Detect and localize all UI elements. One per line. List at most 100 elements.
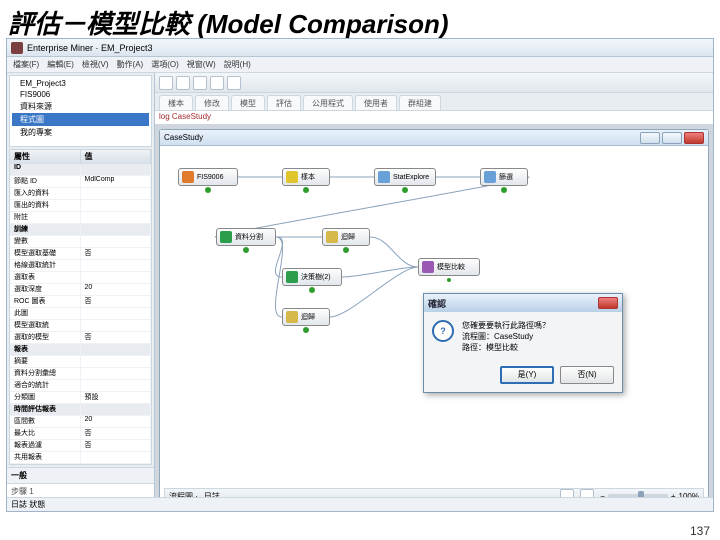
property-group: 狀態 xyxy=(10,464,151,465)
property-row[interactable]: ROC 圖表否 xyxy=(10,296,151,308)
property-row[interactable]: 變數 xyxy=(10,236,151,248)
properties-panel: 屬性 值 ID節點 IDMdlComp匯入的資料匯出的資料附註訓練變數模型選取基… xyxy=(9,149,152,465)
node-icon xyxy=(326,231,338,243)
minimize-button[interactable] xyxy=(640,132,660,144)
app-title: Enterprise Miner · EM_Project3 xyxy=(27,43,153,53)
confirm-dialog: 確認 ? 您確要要執行此路徑嗎？ 流程圖：CaseStudy 路徑：模型比較 xyxy=(423,293,623,393)
dialog-titlebar: 確認 xyxy=(424,294,622,312)
app-logbar: 日誌 狀態 xyxy=(7,497,713,511)
property-row[interactable]: 模型選取統 xyxy=(10,320,151,332)
tab[interactable]: 群組建 xyxy=(399,95,441,110)
command-line[interactable]: log CaseStudy xyxy=(155,111,713,125)
tree-item[interactable]: 程式圖 xyxy=(12,113,149,126)
property-row[interactable]: 選取的模型否 xyxy=(10,332,151,344)
tab[interactable]: 模型 xyxy=(231,95,265,110)
toolbar-button[interactable] xyxy=(193,76,207,90)
diagram-node[interactable]: 迴歸 xyxy=(282,308,330,326)
toolbar-button[interactable] xyxy=(227,76,241,90)
property-row[interactable]: 區間數20 xyxy=(10,416,151,428)
page-number: 137 xyxy=(690,524,710,538)
tree-item[interactable]: EM_Project3 xyxy=(12,78,149,89)
diagram-node[interactable]: 樣本 xyxy=(282,168,330,186)
tree-item[interactable]: 我的專案 xyxy=(12,126,149,139)
property-group: 報表 xyxy=(10,344,151,356)
property-row[interactable]: 匯入的資料 xyxy=(10,188,151,200)
maximize-button[interactable] xyxy=(662,132,682,144)
property-row[interactable]: 附註 xyxy=(10,212,151,224)
node-icon xyxy=(286,271,298,283)
property-row[interactable]: 適合的統計 xyxy=(10,380,151,392)
diagram-node[interactable]: FIS9006 xyxy=(178,168,238,186)
property-row[interactable]: 摘要 xyxy=(10,356,151,368)
close-button[interactable] xyxy=(684,132,704,144)
property-row[interactable]: 分類圖預設 xyxy=(10,392,151,404)
property-row[interactable]: 最大比否 xyxy=(10,428,151,440)
dialog-text: 您確要要執行此路徑嗎？ 流程圖：CaseStudy 路徑：模型比較 xyxy=(462,320,550,354)
property-group: ID xyxy=(10,164,151,176)
properties-col-value: 值 xyxy=(81,150,152,164)
property-row[interactable]: 共用報表 xyxy=(10,452,151,464)
node-icon xyxy=(422,261,434,273)
menu-item[interactable]: 選項(O) xyxy=(151,59,179,70)
tab[interactable]: 使用者 xyxy=(355,95,397,110)
menu-item[interactable]: 編輯(E) xyxy=(47,59,74,70)
property-row[interactable]: 此圖 xyxy=(10,308,151,320)
tab[interactable]: 評估 xyxy=(267,95,301,110)
node-port[interactable] xyxy=(343,247,349,253)
dialog-yes-button[interactable]: 是(Y) xyxy=(500,366,554,384)
node-port[interactable] xyxy=(309,287,315,293)
diagram-titlebar: CaseStudy xyxy=(160,130,708,146)
node-port[interactable] xyxy=(446,277,452,283)
toolbar-button[interactable] xyxy=(159,76,173,90)
toolbar-button[interactable] xyxy=(176,76,190,90)
node-port[interactable] xyxy=(501,187,507,193)
menubar: 檔案(F) 編輯(E) 檢視(V) 動作(A) 選項(O) 視窗(W) 說明(H) xyxy=(7,57,713,73)
property-row[interactable]: 資料分割彙總 xyxy=(10,368,151,380)
app-icon xyxy=(11,42,23,54)
diagram-node[interactable]: StatExplore xyxy=(374,168,436,186)
node-port[interactable] xyxy=(303,327,309,333)
right-panel: 樣本修改模型評估公用程式使用者群組建 log CaseStudy CaseStu… xyxy=(155,73,713,511)
property-row[interactable]: 節點 IDMdlComp xyxy=(10,176,151,188)
toolbar-button[interactable] xyxy=(210,76,224,90)
diagram-node[interactable]: 資料分割 xyxy=(216,228,276,246)
tree-item[interactable]: FIS9006 xyxy=(12,89,149,100)
property-row[interactable]: 選取表 xyxy=(10,272,151,284)
menu-item[interactable]: 視窗(W) xyxy=(187,59,216,70)
node-icon xyxy=(378,171,390,183)
node-label: FIS9006 xyxy=(197,174,223,181)
menu-item[interactable]: 動作(A) xyxy=(117,59,144,70)
property-row[interactable]: 匯出的資料 xyxy=(10,200,151,212)
tab[interactable]: 修改 xyxy=(195,95,229,110)
property-row[interactable]: 選取深度20 xyxy=(10,284,151,296)
dialog-close-button[interactable] xyxy=(598,297,618,309)
diagram-node[interactable]: 決策樹(2) xyxy=(282,268,342,286)
tab[interactable]: 樣本 xyxy=(159,95,193,110)
node-port[interactable] xyxy=(243,247,249,253)
tab-bar: 樣本修改模型評估公用程式使用者群組建 xyxy=(155,93,713,111)
node-label: 模型比較 xyxy=(437,262,465,272)
diagram-node[interactable]: 迴歸 xyxy=(322,228,370,246)
diagram-node[interactable]: 模型比較 xyxy=(418,258,480,276)
diagram-node[interactable]: 篩選 xyxy=(480,168,528,186)
node-icon xyxy=(286,311,298,323)
left-panel: EM_Project3 FIS9006 資料來源 程式圖 我的專案 屬性 值 I… xyxy=(7,73,155,511)
node-icon xyxy=(220,231,232,243)
node-port[interactable] xyxy=(205,187,211,193)
dialog-line1: 您確要要執行此路徑嗎？ xyxy=(462,320,550,331)
node-label: 資料分割 xyxy=(235,232,263,242)
project-tree[interactable]: EM_Project3 FIS9006 資料來源 程式圖 我的專案 xyxy=(9,75,152,147)
menu-item[interactable]: 檢視(V) xyxy=(82,59,109,70)
dialog-no-button[interactable]: 否(N) xyxy=(560,366,614,384)
property-row[interactable]: 報表過濾否 xyxy=(10,440,151,452)
property-row[interactable]: 模型選取基礎否 xyxy=(10,248,151,260)
property-row[interactable]: 格線選取統計 xyxy=(10,260,151,272)
node-port[interactable] xyxy=(303,187,309,193)
tab[interactable]: 公用程式 xyxy=(303,95,353,110)
menu-item[interactable]: 說明(H) xyxy=(224,59,251,70)
tree-item[interactable]: 資料來源 xyxy=(12,100,149,113)
node-port[interactable] xyxy=(402,187,408,193)
node-icon xyxy=(286,171,298,183)
properties-col-name: 屬性 xyxy=(10,150,81,164)
menu-item[interactable]: 檔案(F) xyxy=(13,59,39,70)
